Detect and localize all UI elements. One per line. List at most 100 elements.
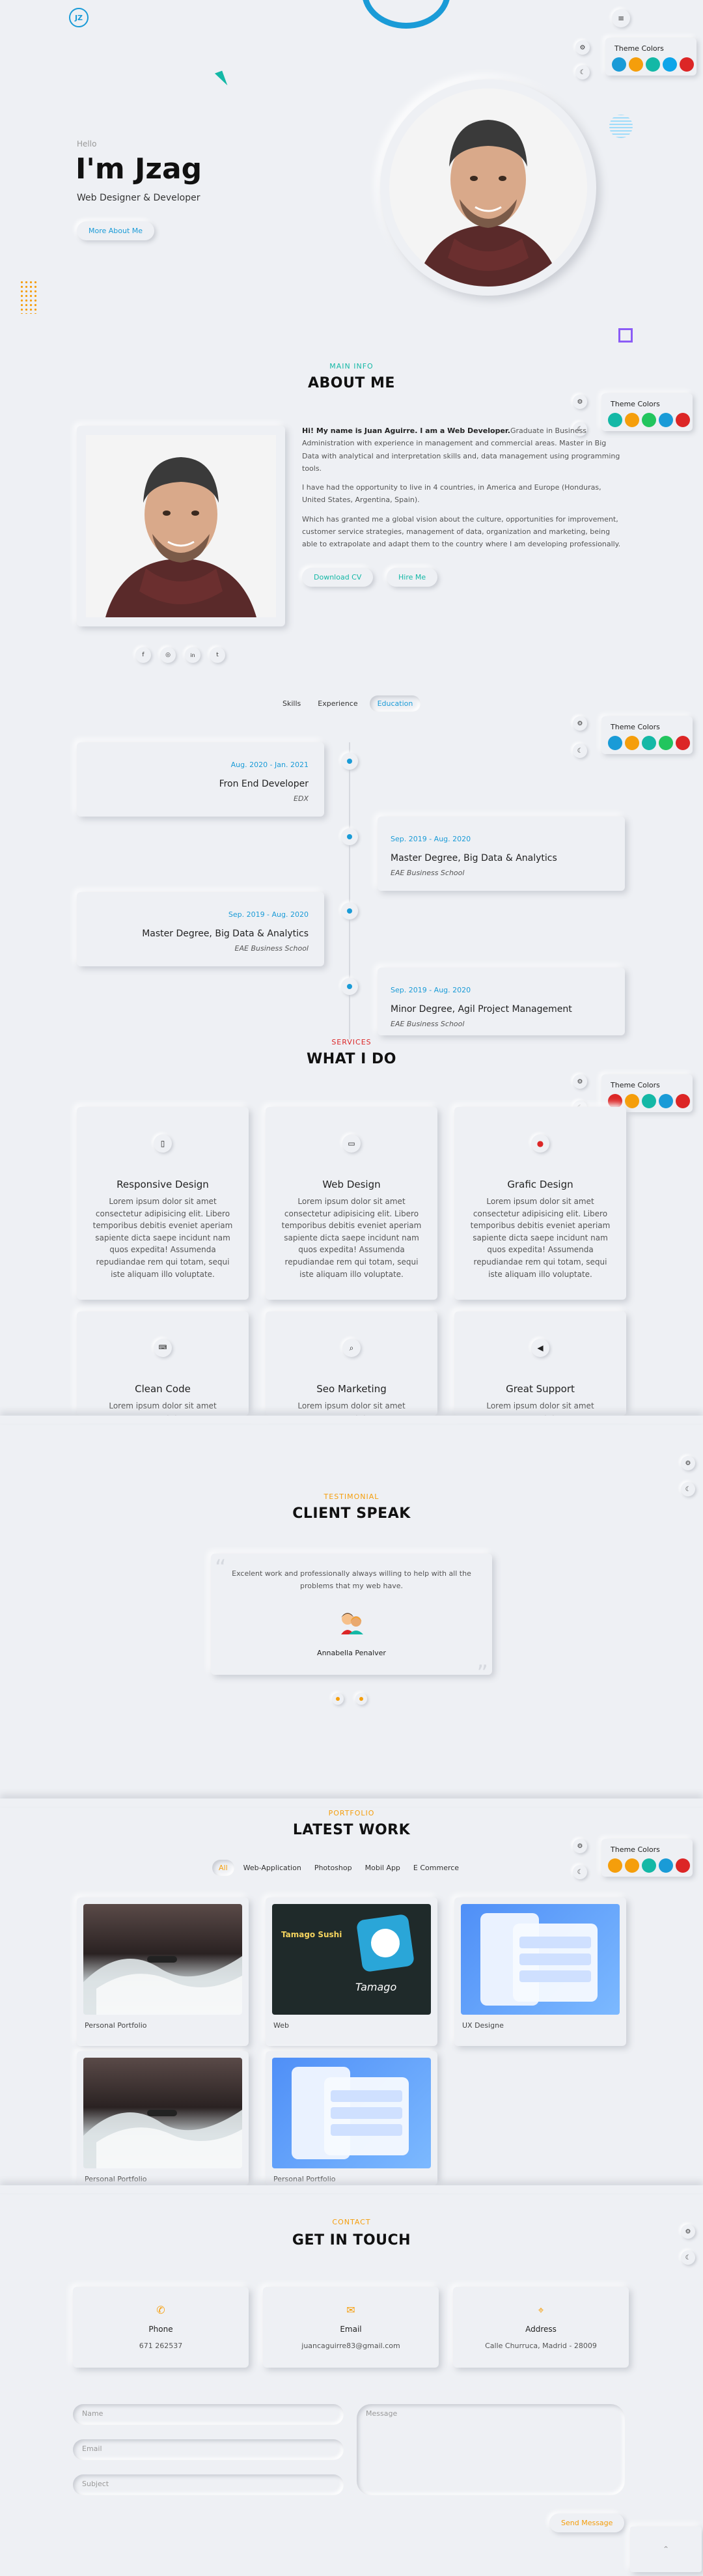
testimonial-avatar [338,1608,365,1634]
portfolio-item[interactable]: Personal Portfolio [266,2051,437,2185]
theme-title: Theme Colors [611,723,660,731]
theme-color-orange[interactable] [608,1858,622,1873]
decor-circle-lines [609,115,633,138]
service-title: Grafic Design [507,1179,573,1190]
service-card: ▭ Web Design Lorem ipsum dolor sit amet … [266,1107,437,1300]
theme-color-orange[interactable] [625,736,639,750]
theme-color-red[interactable] [676,1094,690,1108]
theme-panel: Theme Colors [601,716,693,754]
testimonial-pager [332,1693,367,1705]
about-intro: Hi! My name is Juan Aguirre. I am a Web … [302,427,510,435]
send-message-button[interactable]: Send Message [549,2513,625,2532]
about-photo-card [77,426,285,626]
facebook-icon[interactable]: f [135,647,151,663]
theme-color-blue[interactable] [659,413,673,427]
theme-color-teal[interactable] [642,736,656,750]
service-card: ⌕ Seo Marketing Lorem ipsum dolor sit am… [266,1311,437,1423]
theme-color-red[interactable] [676,1858,690,1873]
theme-color-orange[interactable] [625,413,639,427]
filter-web-application[interactable]: Web-Application [240,1860,305,1876]
timeline-title: Minor Degree, Agil Project Management [391,1004,572,1015]
tab-experience[interactable]: Experience [312,695,363,712]
portfolio-item[interactable]: UX Designe [454,1897,626,2046]
contact-card-address: ⌖ Address Calle Churruca, Madrid - 28009 [453,2287,629,2368]
service-title: Web Design [322,1179,381,1190]
message-textarea[interactable]: Message [357,2404,625,2495]
dark-mode-icon[interactable]: ☾ [575,65,590,79]
scroll-top-button[interactable]: ⌃ [630,2527,702,2572]
subject-input[interactable]: Subject [73,2474,344,2495]
tamago-logo-text: Tamago [355,1981,397,1993]
theme-color-orange-2[interactable] [625,1858,639,1873]
portfolio-item[interactable]: Personal Portfolio [77,1897,249,2046]
tab-education[interactable]: Education [369,695,421,712]
theme-color-red[interactable] [608,1094,622,1108]
theme-color-orange[interactable] [629,57,643,72]
twitter-icon[interactable]: t [210,647,225,663]
portfolio-item[interactable]: Tamago Sushi Tamago Web [266,1897,437,2046]
dark-mode-icon[interactable]: ☾ [573,1865,587,1879]
settings-icon[interactable]: ⚙ [681,1456,695,1470]
theme-color-green[interactable] [642,413,656,427]
settings-icon[interactable]: ⚙ [573,716,587,731]
service-card: ◀ Great Support Lorem ipsum dolor sit am… [454,1311,626,1423]
dark-mode-icon[interactable]: ☾ [573,744,587,758]
filter-mobil-app[interactable]: Mobil App [361,1860,404,1876]
theme-color-red[interactable] [676,413,690,427]
menu-icon[interactable]: ≡ [612,9,630,27]
arrow-up-icon: ⌃ [662,2545,670,2554]
more-about-button[interactable]: More About Me [77,221,155,240]
contact-card-value: Calle Churruca, Madrid - 28009 [485,2342,597,2350]
testimonial-author: Annabella Penalver [317,1649,386,1657]
dark-mode-icon[interactable]: ☾ [681,2250,695,2265]
theme-panel: Theme Colors [605,38,696,76]
filter-e-commerce[interactable]: E Commerce [409,1860,463,1876]
theme-color-blue[interactable] [659,1858,673,1873]
filter-all[interactable]: All [212,1860,234,1876]
portfolio-thumb-ux [272,2058,431,2168]
quote-close-icon: ” [476,1660,488,1687]
service-card: ● Grafic Design Lorem ipsum dolor sit am… [454,1107,626,1300]
email-input[interactable]: Email [73,2439,344,2460]
timeline-item: Sep. 2019 - Aug. 2020 Master Degree, Big… [378,817,625,891]
theme-color-red[interactable] [680,57,694,72]
theme-color-blue[interactable] [608,736,622,750]
contact-card-email: ✉ Email juancaguirre83@gmail.com [263,2287,439,2368]
theme-color-cyan[interactable] [663,57,677,72]
download-cv-button[interactable]: Download CV [302,568,374,587]
settings-icon[interactable]: ⚙ [573,1839,587,1853]
timeline-dot [341,978,358,995]
theme-color-blue[interactable] [612,57,626,72]
portfolio-caption: Personal Portfolio [85,2175,147,2183]
linkedin-icon[interactable]: in [185,647,200,663]
theme-color-orange[interactable] [625,1094,639,1108]
timeline-place: EAE Business School [391,1020,465,1028]
settings-icon[interactable]: ⚙ [573,1074,587,1089]
service-desc: Lorem ipsum dolor sit amet consectetur a… [281,1197,422,1279]
theme-title: Theme Colors [611,1081,660,1089]
theme-color-teal[interactable] [642,1858,656,1873]
theme-color-blue[interactable] [659,1094,673,1108]
filter-photoshop[interactable]: Photoshop [310,1860,356,1876]
tab-skills[interactable]: Skills [277,695,306,712]
about-text: Hi! My name is Juan Aguirre. I am a Web … [302,425,625,550]
contact-card-value: 671 262537 [139,2342,183,2350]
portfolio-item[interactable]: Personal Portfolio [77,2051,249,2185]
hire-me-button[interactable]: Hire Me [387,568,438,587]
testimonial-card: “ ” Excelent work and professionally alw… [211,1554,492,1687]
theme-color-teal[interactable] [646,57,660,72]
settings-icon[interactable]: ⚙ [575,40,590,55]
theme-color-green[interactable] [659,736,673,750]
theme-title: Theme Colors [611,1845,660,1854]
logo[interactable]: JZ [69,8,89,27]
testimonial-dot-2[interactable] [355,1693,367,1705]
service-card: ▯ Responsive Design Lorem ipsum dolor si… [77,1107,249,1300]
email-icon: ✉ [346,2304,355,2316]
settings-icon[interactable]: ⚙ [573,395,587,409]
timeline-date: Sep. 2019 - Aug. 2020 [228,910,309,919]
theme-color-teal[interactable] [642,1094,656,1108]
theme-color-red[interactable] [676,736,690,750]
testimonial-dot-1[interactable] [332,1693,344,1705]
instagram-icon[interactable]: ◎ [160,647,176,663]
name-input[interactable]: Name [73,2404,344,2425]
